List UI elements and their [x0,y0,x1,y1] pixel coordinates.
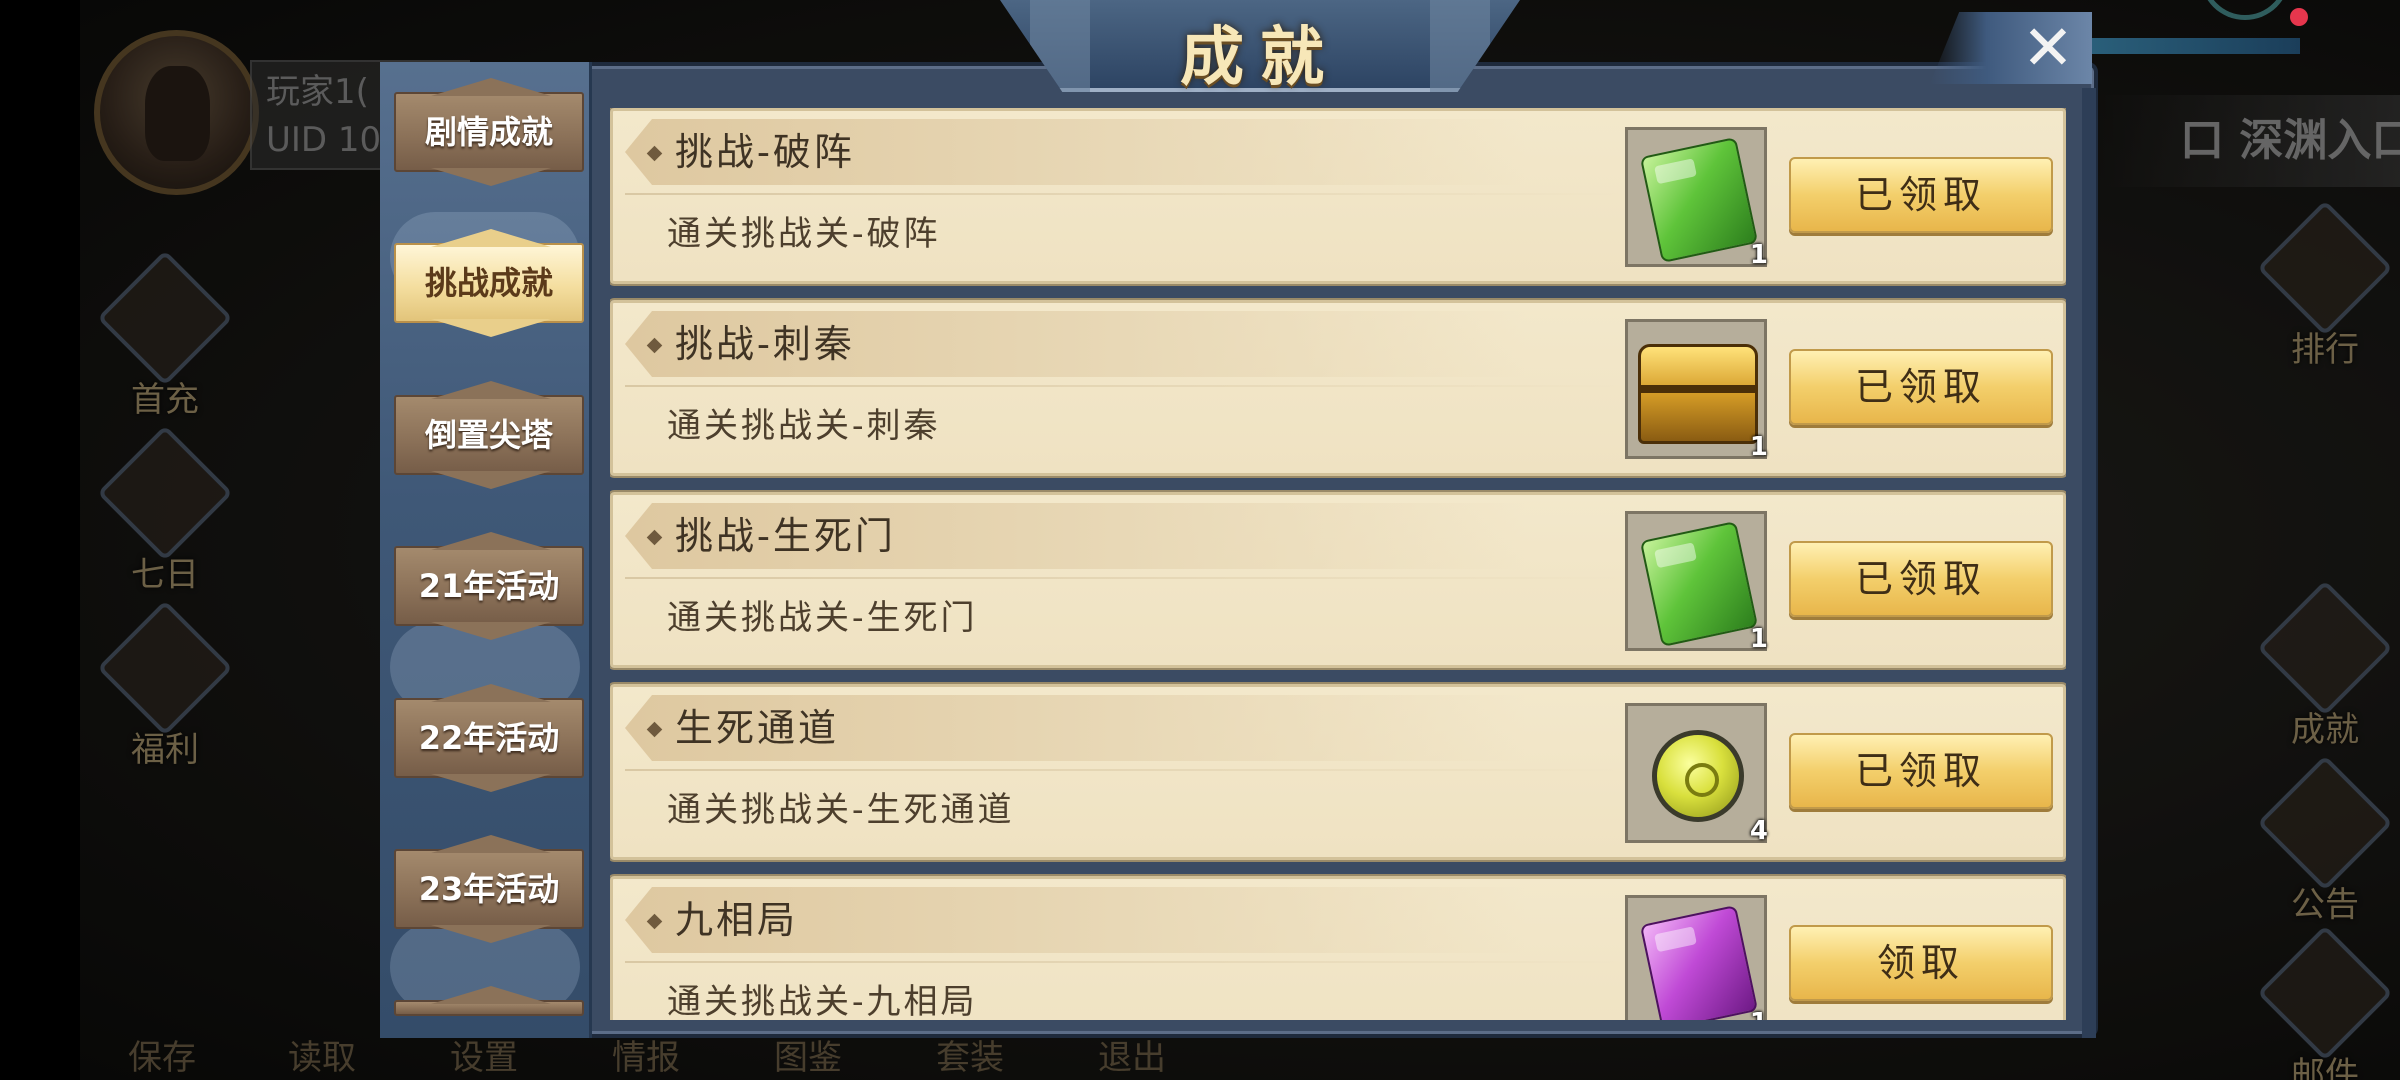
achievement-description: 通关挑战关-刺秦 [667,406,941,446]
reward-item-slot[interactable]: 4 [1625,703,1768,846]
reward-count: 4 [1749,816,1768,846]
achievement-card: 挑战-刺秦 通关挑战关-刺秦 1 已领取 [610,300,2066,476]
reward-item-slot[interactable]: 1 [1625,895,1768,1020]
card-divider [625,961,1625,963]
achievement-title: 挑战-刺秦 [675,322,855,366]
panel-title: 成就 [1180,20,1340,95]
claimed-button[interactable]: 已领取 [1789,541,2053,617]
achievement-title: 挑战-生死门 [675,514,896,558]
achievement-title: 挑战-破阵 [675,130,855,174]
panel-right-rim [2082,88,2096,1038]
claim-button[interactable]: 领取 [1789,925,2053,1001]
reward-item-slot[interactable]: 1 [1625,511,1768,654]
achievement-card: 挑战-破阵 通关挑战关-破阵 1 已领取 [610,108,2066,284]
tab-2021-events[interactable]: 21年活动 [394,546,584,626]
achievement-title: 生死通道 [675,706,840,750]
card-divider [625,193,1625,195]
close-x-icon[interactable]: ✕ [2022,17,2074,79]
achievement-list[interactable]: 挑战-破阵 通关挑战关-破阵 1 已领取 挑战-刺秦 通关挑战关-刺秦 1 已领… [610,108,2066,1020]
achievement-card: 九相局 通关挑战关-九相局 1 领取 [610,876,2066,1020]
tab-more-partial[interactable] [394,1000,584,1016]
tab-challenge-achievements[interactable]: 挑战成就 [394,243,584,323]
achievement-card: 挑战-生死门 通关挑战关-生死门 1 已领取 [610,492,2066,668]
reward-count: 1 [1749,624,1768,654]
notification-dot-icon [2290,8,2308,26]
gold-treasure-chest-icon [1638,344,1758,444]
achievement-description: 通关挑战关-生死通道 [667,790,1015,830]
achievement-card: 生死通道 通关挑战关-生死通道 4 已领取 [610,684,2066,860]
tab-inverted-spire[interactable]: 倒置尖塔 [394,395,584,475]
reward-count: 1 [1749,432,1768,462]
achievement-description: 通关挑战关-破阵 [667,214,941,254]
claimed-button[interactable]: 已领取 [1789,349,2053,425]
gold-coin-icon [1652,730,1744,822]
reward-count: 1 [1750,1008,1768,1020]
tab-story-achievements[interactable]: 剧情成就 [394,92,584,172]
reward-item-slot[interactable]: 1 [1625,127,1768,270]
claimed-button[interactable]: 已领取 [1789,157,2053,233]
tab-2023-events[interactable]: 23年活动 [394,849,584,929]
claimed-button[interactable]: 已领取 [1789,733,2053,809]
tab-2022-events[interactable]: 22年活动 [394,698,584,778]
reward-item-slot[interactable]: 1 [1625,319,1768,462]
green-gem-book-icon [1639,136,1759,264]
green-gem-book-icon [1639,520,1759,648]
achievement-description: 通关挑战关-生死门 [667,598,978,638]
purple-gem-book-icon [1639,904,1759,1020]
reward-count: 1 [1749,240,1768,270]
card-divider [625,385,1625,387]
card-divider [625,769,1625,771]
achievement-description: 通关挑战关-九相局 [667,982,978,1020]
top-right-progress-bar [2090,38,2300,54]
card-divider [625,577,1625,579]
achievement-title: 九相局 [675,898,799,942]
